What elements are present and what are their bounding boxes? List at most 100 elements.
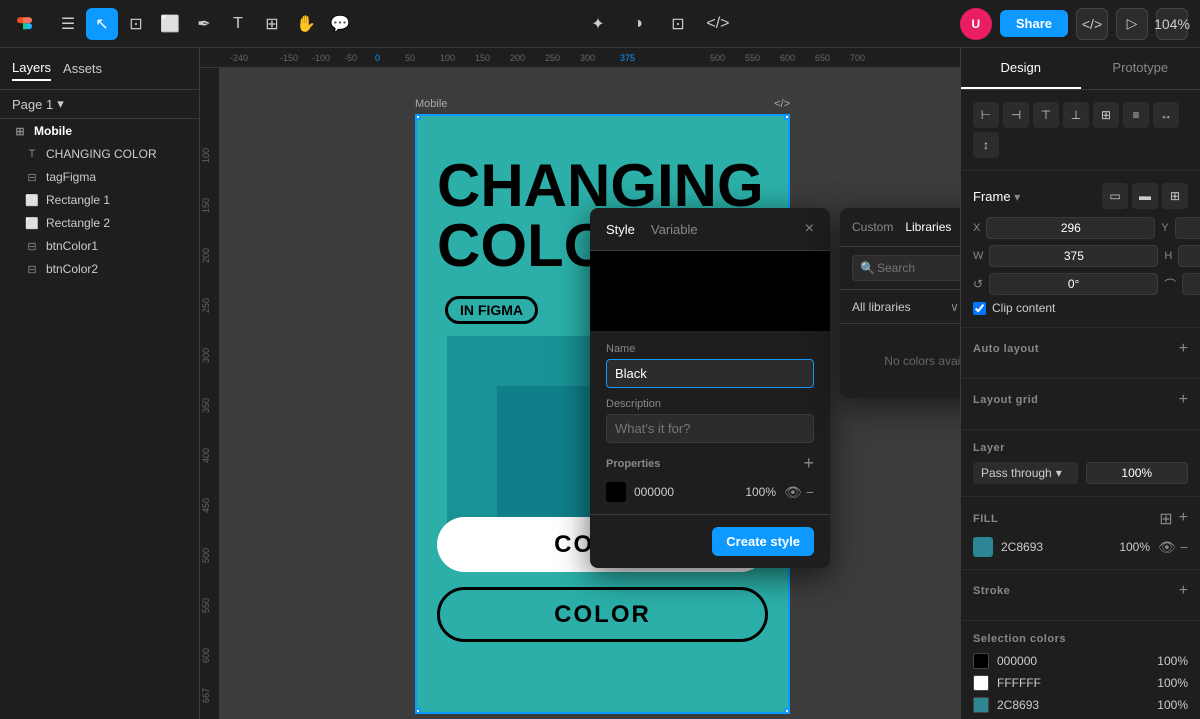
layer-btncolor1[interactable]: ⊟ btnColor1 (4, 235, 195, 257)
layer-label: Layer (973, 442, 1005, 454)
dialog-close-button[interactable]: × (805, 220, 814, 238)
tool-group: ☰ ↖ ⊡ ⬜ ✒ T ⊞ ✋ 💬 (52, 8, 356, 40)
component-tool[interactable]: ⊞ (256, 8, 288, 40)
fill-multi-icon[interactable]: ⊞ (1159, 509, 1172, 529)
distribute-v[interactable]: ↕ (973, 132, 999, 158)
btn-color2[interactable]: COLOR (437, 587, 768, 642)
fill-actions: 👁 − (1158, 539, 1188, 556)
page-selector[interactable]: Page 1 ▾ (0, 90, 199, 119)
text-tool[interactable]: T (222, 8, 254, 40)
sel-swatch-2[interactable] (973, 697, 989, 713)
toolbar: ☰ ↖ ⊡ ⬜ ✒ T ⊞ ✋ 💬 ✦ ◑ ⊡ </> U Share </> … (0, 0, 1200, 48)
align-middle-v[interactable]: ⊞ (1093, 102, 1119, 128)
pen-tool[interactable]: ✒ (188, 8, 220, 40)
w-input[interactable] (989, 245, 1158, 267)
sel-swatch-0[interactable] (973, 653, 989, 669)
corner-handle-tr[interactable] (784, 114, 790, 120)
frame-code-label[interactable]: </> (774, 98, 790, 110)
tab-layers[interactable]: Layers (12, 56, 51, 81)
corner-handle-bl[interactable] (415, 708, 421, 714)
frame-expand[interactable]: ⊞ (1162, 183, 1188, 209)
crop-icon[interactable]: ⊡ (662, 8, 694, 40)
align-bottom[interactable]: ≡ (1123, 102, 1149, 128)
tab-design[interactable]: Design (961, 48, 1081, 89)
canvas-area[interactable]: -240 -150 -100 -50 0 50 100 150 200 250 … (200, 48, 960, 719)
fill-remove-button[interactable]: − (1180, 539, 1188, 556)
avatar[interactable]: U (960, 8, 992, 40)
fill-color-swatch[interactable] (973, 537, 993, 557)
frame-landscape[interactable]: ▬ (1132, 183, 1158, 209)
distribute-h[interactable]: ↔ (1153, 102, 1179, 128)
tab-style[interactable]: Style (606, 222, 635, 237)
w-label: W (973, 250, 983, 262)
sel-code-1: FFFFFF (997, 676, 1149, 690)
code-icon[interactable]: </> (702, 8, 734, 40)
blend-mode-selector[interactable]: Pass through ▾ (973, 462, 1078, 484)
layout-grid-add[interactable]: + (1179, 391, 1188, 409)
filter-chevron[interactable]: ∨ (950, 300, 959, 314)
layer-rect2[interactable]: ⬜ Rectangle 2 (4, 212, 195, 234)
fill-add-icon[interactable]: + (1179, 509, 1188, 529)
select-tool[interactable]: ↖ (86, 8, 118, 40)
tab-libraries[interactable]: Libraries (905, 220, 951, 234)
blend-label: Pass through (981, 466, 1052, 480)
layer-changing-color[interactable]: T CHANGING COLOR (4, 143, 195, 165)
lib-filter: All libraries ∨ ⊞ (840, 290, 960, 324)
sel-swatch-1[interactable] (973, 675, 989, 691)
align-center-h[interactable]: ⊣ (1003, 102, 1029, 128)
rotation-input[interactable] (989, 273, 1158, 295)
component-icon[interactable]: ✦ (582, 8, 614, 40)
rot-corner-row: ↺ ⌒ (973, 273, 1188, 295)
fill-visibility-button[interactable]: 👁 (1158, 539, 1176, 556)
color-visibility-button[interactable]: 👁 (784, 484, 802, 501)
create-style-button[interactable]: Create style (712, 527, 814, 556)
color-remove-button[interactable]: − (806, 484, 814, 501)
zoom-button[interactable]: 104% (1156, 8, 1188, 40)
hand-tool[interactable]: ✋ (290, 8, 322, 40)
fill-opacity: 100% (1110, 540, 1150, 554)
toolbar-right: U Share </> ▷ 104% (960, 8, 1188, 40)
tab-variable[interactable]: Variable (651, 222, 698, 237)
tab-assets[interactable]: Assets (63, 57, 102, 80)
layer-mobile[interactable]: ⊞ Mobile (4, 120, 195, 142)
layer-rect1[interactable]: ⬜ Rectangle 1 (4, 189, 195, 211)
align-right[interactable]: ⊤ (1033, 102, 1059, 128)
tab-custom[interactable]: Custom (852, 220, 893, 234)
description-input[interactable] (606, 414, 814, 443)
layer-tagfigma[interactable]: ⊟ tagFigma (4, 166, 195, 188)
y-input[interactable] (1175, 217, 1200, 239)
layout-grid-section: Layout grid + (961, 379, 1200, 430)
corner-input[interactable] (1182, 273, 1200, 295)
frame-name-label[interactable]: Mobile (415, 98, 447, 110)
h-input[interactable] (1178, 245, 1200, 267)
name-input[interactable] (606, 359, 814, 388)
layer-blend-row: Pass through ▾ (973, 462, 1188, 484)
filter-label[interactable]: All libraries (852, 300, 911, 314)
component-layer-icon: ⊟ (24, 171, 40, 184)
code-view-button[interactable]: </> (1076, 8, 1108, 40)
frame-tool[interactable]: ⊡ (120, 8, 152, 40)
auto-layout-add[interactable]: + (1179, 340, 1188, 358)
menu-tool[interactable]: ☰ (52, 8, 84, 40)
share-button[interactable]: Share (1000, 10, 1068, 37)
comment-tool[interactable]: 💬 (324, 8, 356, 40)
align-left[interactable]: ⊢ (973, 102, 999, 128)
align-top[interactable]: ⊥ (1063, 102, 1089, 128)
figma-logo[interactable] (12, 10, 40, 38)
corner-handle-tl[interactable] (415, 114, 421, 120)
layer-btncolor2[interactable]: ⊟ btnColor2 (4, 258, 195, 280)
opacity-input[interactable] (1086, 462, 1189, 484)
color-swatch[interactable] (606, 482, 626, 502)
frame-portrait[interactable]: ▭ (1102, 183, 1128, 209)
x-input[interactable] (986, 217, 1155, 239)
corner-handle-br[interactable] (784, 708, 790, 714)
clip-checkbox[interactable] (973, 302, 986, 315)
stroke-add[interactable]: + (1179, 582, 1188, 600)
properties-add-button[interactable]: + (803, 453, 814, 474)
tab-prototype[interactable]: Prototype (1081, 48, 1200, 89)
dialog-body: Name Description Properties + 000000 (590, 331, 830, 514)
shape-tool[interactable]: ⬜ (154, 8, 186, 40)
layout-grid-header: Layout grid + (973, 391, 1188, 409)
contrast-icon[interactable]: ◑ (622, 8, 654, 40)
present-button[interactable]: ▷ (1116, 8, 1148, 40)
